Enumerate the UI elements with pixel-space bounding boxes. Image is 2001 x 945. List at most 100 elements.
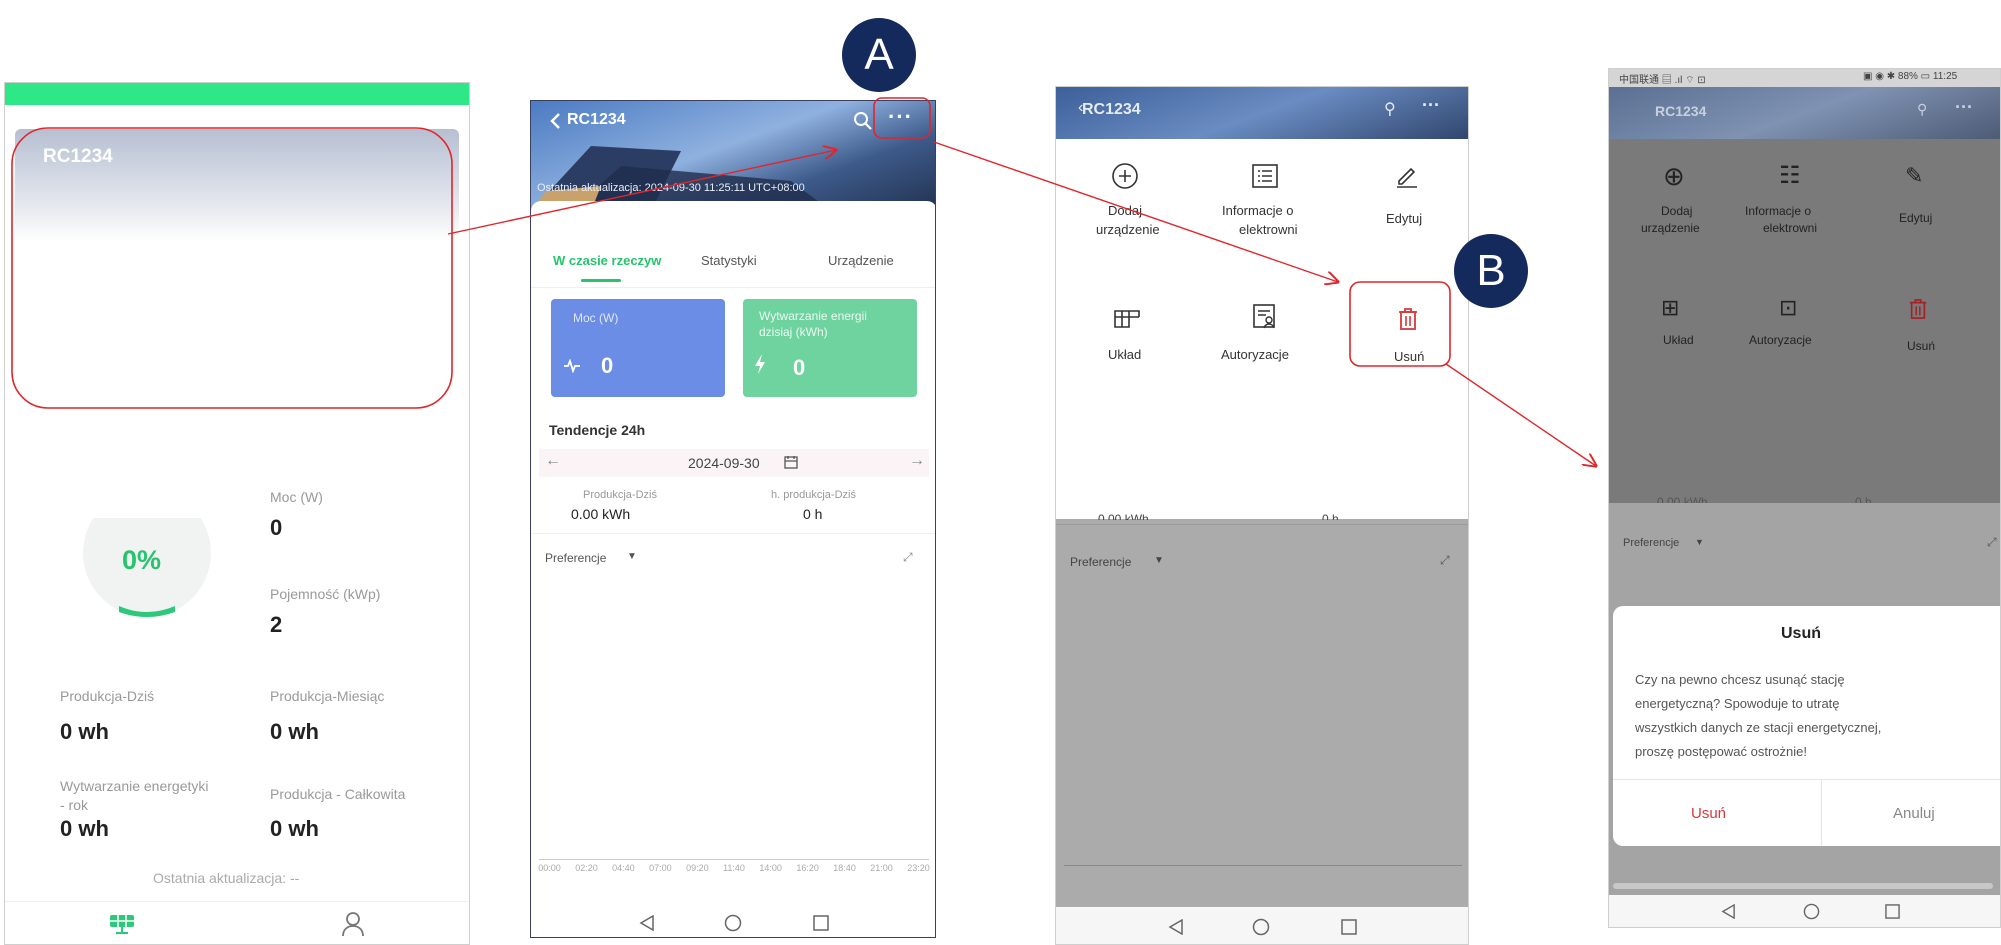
expand-icon[interactable]: ⤢ [903, 550, 913, 565]
menu-plant-info-label-1: Informacje o [1745, 204, 1812, 218]
prev-date-arrow[interactable]: ← [545, 452, 561, 470]
search-icon: ⚲ [1917, 101, 1928, 117]
status-left: 中国联通 ▤ .ıl ⌔ ⊡ [1619, 75, 1706, 86]
pulse-icon [563, 359, 581, 373]
energy-card-value: 0 [793, 355, 806, 380]
nav-recents-icon[interactable] [813, 915, 829, 931]
chevron-down-icon[interactable]: ▼ [627, 551, 637, 562]
confirm-delete-button[interactable]: Usuń [1691, 805, 1726, 822]
station-title: RC1234 [567, 111, 626, 128]
capacity-value: 2 [270, 612, 283, 637]
prod-today-value: 0 wh [60, 719, 109, 744]
cut-value-2: 0 h [1855, 495, 1872, 503]
screen2-station-detail: RC1234 ··· Ostatnia aktualizacja: 2024-0… [530, 100, 936, 938]
station-title: RC1234 [1082, 101, 1141, 118]
chevron-down-icon: ▼ [1154, 555, 1164, 566]
chart-axis [539, 859, 929, 860]
hours-label: h. produkcja-Dziś [771, 489, 856, 501]
menu-plant-info-label-1[interactable]: Informacje o [1222, 203, 1294, 218]
prod-total-value: 0 wh [270, 816, 319, 841]
expand-icon: ⤢ [1987, 535, 1997, 549]
section-divider [531, 533, 935, 534]
layout-grid-icon[interactable] [1113, 307, 1141, 329]
preferences-dropdown[interactable]: Preferencje [545, 551, 606, 565]
menu-layout-label: Układ [1663, 333, 1694, 347]
menu-plant-info-label-2[interactable]: elektrowni [1239, 222, 1298, 237]
nav-back-icon[interactable] [1168, 919, 1184, 935]
user-icon[interactable] [341, 911, 365, 937]
menu-add-device-label-1[interactable]: Dodaj [1108, 203, 1142, 218]
more-menu-button[interactable]: ··· [888, 104, 913, 130]
menu-delete-label[interactable]: Usuń [1394, 349, 1424, 364]
menu-add-device-label-2[interactable]: urządzenie [1096, 222, 1160, 237]
search-icon[interactable] [853, 111, 873, 131]
power-label: Moc (W) [270, 489, 323, 505]
nav-back-icon[interactable] [639, 915, 655, 931]
menu-edit-label: Edytuj [1899, 211, 1933, 225]
current-date[interactable]: 2024-09-30 [688, 455, 760, 471]
info-list-icon: ☷ [1779, 162, 1801, 189]
menu-add-device-label-2: urządzenie [1641, 221, 1700, 235]
prod-month-label: Produkcja-Miesiąc [270, 688, 385, 704]
dialog-message-line-2: energetyczną? Spowoduje to utratę [1635, 696, 1840, 711]
menu-edit-label[interactable]: Edytuj [1386, 211, 1422, 226]
capacity-label: Pojemność (kWp) [270, 586, 381, 602]
time-tick: 23:20 [907, 863, 930, 873]
step-marker-b-label: B [1476, 246, 1506, 295]
last-update: Ostatnia aktualizacja: -- [153, 870, 300, 886]
trash-icon[interactable] [1397, 307, 1419, 331]
lightning-icon [753, 353, 767, 375]
prod-month-value: 0 wh [270, 719, 319, 744]
tab-realtime-underline [581, 279, 621, 282]
gen-year-label: Wytwarzanie energetyki [60, 778, 209, 794]
trash-icon [1908, 298, 1928, 320]
info-list-icon[interactable] [1251, 163, 1279, 189]
nav-recents-icon[interactable] [1341, 919, 1357, 935]
menu-authorization-label[interactable]: Autoryzacje [1221, 347, 1289, 362]
tab-device[interactable]: Urządzenie [828, 253, 894, 268]
time-tick: 02:20 [575, 863, 598, 873]
add-circle-icon[interactable] [1110, 161, 1140, 191]
menu-layout-label[interactable]: Układ [1108, 347, 1141, 362]
station-name: RC1234 [43, 146, 113, 167]
time-tick: 18:40 [833, 863, 856, 873]
time-tick: 11:40 [723, 863, 745, 873]
power-value: 0 [270, 515, 283, 540]
next-date-arrow[interactable]: → [909, 452, 925, 470]
chevron-down-icon: ▼ [1695, 537, 1704, 547]
time-tick: 14:00 [759, 863, 782, 873]
back-icon[interactable]: ‹ [1078, 99, 1083, 117]
search-icon[interactable]: ⚲ [1384, 99, 1396, 119]
trend-title: Tendencje 24h [549, 422, 646, 438]
nav-home-icon[interactable] [724, 914, 742, 932]
menu-plant-info-label-2: elektrowni [1763, 221, 1818, 235]
solar-panel-icon[interactable] [109, 913, 135, 935]
prod-today-value: 0.00 kWh [571, 506, 631, 522]
more-menu-button[interactable]: ··· [1422, 95, 1440, 116]
scroll-bar [1613, 883, 1993, 889]
hours-value: 0 h [803, 506, 823, 522]
nav-recents-icon[interactable] [1885, 904, 1900, 919]
nav-home-icon[interactable] [1252, 918, 1270, 936]
screen1-station-overview: RC1234 0% Moc (W) 0 Pojemność (kWp) 2 Pr… [4, 82, 470, 945]
dimmed-action-menu [1609, 139, 2000, 503]
more-menu-button: ··· [1955, 97, 1973, 117]
cancel-button[interactable]: Anuluj [1893, 805, 1935, 822]
menu-add-device-label-1: Dodaj [1661, 204, 1693, 218]
expand-icon: ⤢ [1440, 553, 1450, 567]
menu-delete-label: Usuń [1907, 339, 1936, 353]
update-text: Ostatnia aktualizacja: 2024-09-30 11:25:… [537, 182, 805, 194]
nav-back-icon[interactable] [1721, 904, 1736, 919]
time-tick: 09:20 [686, 863, 709, 873]
calendar-icon[interactable] [784, 455, 798, 469]
authorization-icon: ⊡ [1779, 295, 1798, 320]
green-header-bar [5, 83, 469, 105]
nav-home-icon[interactable] [1803, 903, 1820, 920]
edit-pencil-icon[interactable] [1394, 163, 1420, 189]
dialog-button-divider [1821, 779, 1822, 846]
tab-statistics[interactable]: Statystyki [701, 253, 757, 268]
time-tick: 00:00 [538, 863, 561, 873]
tab-realtime[interactable]: W czasie rzeczyw [553, 253, 661, 268]
authorization-icon[interactable] [1252, 303, 1278, 331]
back-icon[interactable] [549, 113, 561, 129]
